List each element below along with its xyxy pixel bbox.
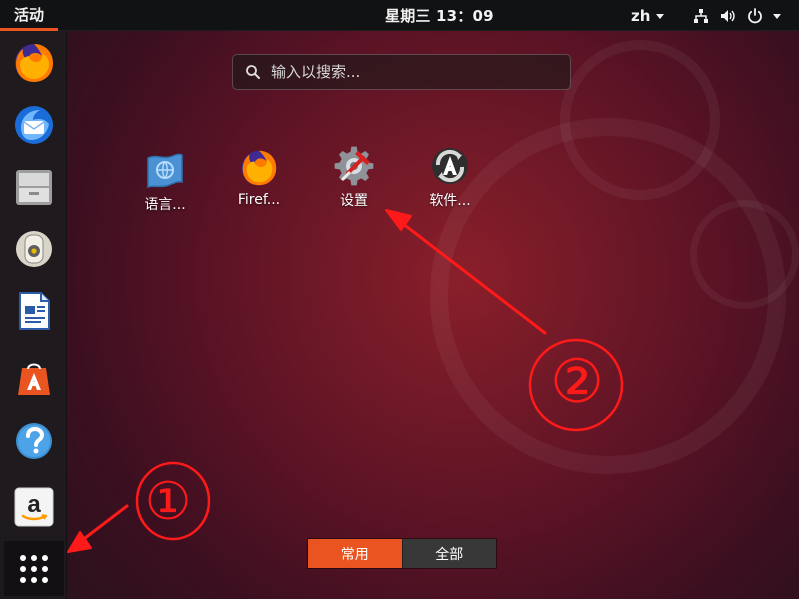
help-icon	[12, 419, 56, 463]
top-bar: 活动 星期三 13：09 zh	[0, 0, 799, 31]
language-label: zh	[631, 6, 651, 25]
annotation-marker-one: ①	[145, 472, 192, 532]
rhythmbox-icon	[12, 227, 56, 271]
settings-icon	[332, 144, 376, 188]
tab-all[interactable]: 全部	[401, 539, 496, 568]
dock-item-amazon[interactable]: a	[8, 481, 60, 533]
software-updater-icon	[428, 144, 472, 188]
app-firefox[interactable]: Firef...	[227, 146, 291, 210]
background-ring	[690, 200, 799, 309]
search-icon	[239, 64, 267, 80]
dock: a	[0, 31, 67, 599]
activities-button[interactable]: 活动	[0, 0, 58, 31]
dock-item-files[interactable]	[8, 161, 60, 213]
network-icon	[692, 7, 710, 25]
files-icon	[12, 165, 56, 209]
system-tray[interactable]	[692, 0, 781, 31]
app-view-tabs: 常用 全部	[307, 538, 497, 569]
dock-item-writer[interactable]	[8, 285, 60, 337]
app-label: 软件...	[429, 193, 471, 209]
app-label: 语言...	[144, 197, 186, 213]
volume-icon	[719, 7, 737, 25]
annotation-marker-two: ②	[550, 347, 604, 417]
firefox-icon	[237, 146, 281, 190]
app-software-updater[interactable]: 软件...	[418, 144, 482, 209]
dock-item-software[interactable]	[8, 351, 60, 403]
amazon-icon: a	[12, 485, 56, 529]
libreoffice-writer-icon	[12, 289, 56, 333]
search-box[interactable]	[232, 54, 571, 90]
background-ring	[430, 118, 786, 474]
annotation-circle-two	[528, 338, 624, 432]
svg-text:a: a	[27, 491, 41, 518]
app-language-support[interactable]: 语言...	[133, 148, 197, 213]
dock-item-thunderbird[interactable]	[8, 99, 60, 151]
firefox-icon	[11, 40, 57, 86]
app-settings[interactable]: 设置	[322, 144, 386, 209]
annotation-circle-one	[135, 461, 211, 541]
dock-item-rhythmbox[interactable]	[8, 223, 60, 275]
background-ring	[560, 40, 720, 200]
ubuntu-software-icon	[12, 355, 56, 399]
language-support-icon	[143, 148, 187, 192]
show-applications-icon	[16, 551, 52, 587]
chevron-down-icon	[656, 14, 665, 19]
dock-item-firefox[interactable]	[8, 37, 60, 89]
clock[interactable]: 星期三 13：09	[385, 0, 494, 31]
show-applications-button[interactable]	[4, 541, 64, 596]
tab-frequent[interactable]: 常用	[308, 539, 402, 568]
thunderbird-icon	[11, 102, 57, 148]
app-label: Firef...	[237, 192, 281, 208]
language-menu[interactable]: zh	[631, 0, 665, 31]
chevron-down-icon	[773, 14, 781, 19]
dock-item-help[interactable]	[8, 415, 60, 467]
search-input[interactable]	[267, 55, 570, 89]
power-icon	[746, 7, 764, 25]
app-label: 设置	[340, 193, 368, 209]
